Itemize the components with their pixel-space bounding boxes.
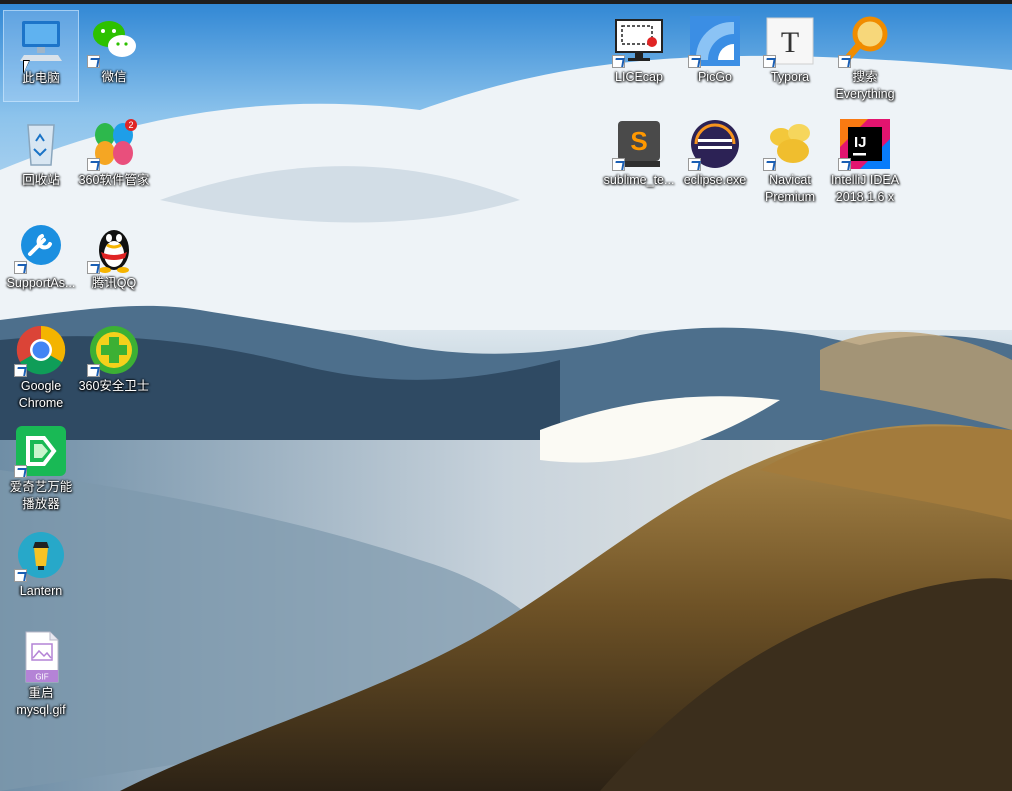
shortcut-arrow-icon [87, 158, 100, 171]
eclipse-icon [688, 117, 742, 171]
shortcut-arrow-icon [763, 158, 776, 171]
desktop-icon-eclipse[interactable]: eclipse.exe [677, 113, 753, 205]
shortcut-arrow-icon [14, 261, 27, 274]
chrome-icon [14, 323, 68, 377]
shortcut-arrow-icon [14, 465, 27, 478]
wechat-icon [87, 14, 141, 68]
desktop[interactable]: 此电脑 微信 回收站 2 360软件管家 SupportAs... 腾讯QQ G… [0, 0, 1012, 791]
desktop-icon-360-software-manager[interactable]: 2 360软件管家 [76, 113, 152, 205]
shortcut-arrow-icon [87, 261, 100, 274]
iqiyi-player-icon [14, 424, 68, 478]
support-assistant-icon [14, 220, 68, 274]
everything-search-icon [838, 14, 892, 68]
sublime-text-icon: S [612, 117, 666, 171]
shortcut-arrow-icon [87, 55, 100, 68]
licecap-icon [612, 14, 666, 68]
shortcut-arrow-icon [612, 55, 625, 68]
desktop-icon-picgo[interactable]: PicGo [677, 10, 753, 102]
navicat-icon [763, 117, 817, 171]
shortcut-arrow-icon [14, 569, 27, 582]
desktop-icon-qq[interactable]: 腾讯QQ [76, 216, 152, 308]
svg-text:S: S [630, 126, 647, 156]
shortcut-arrow-icon [14, 364, 27, 377]
desktop-icon-licecap[interactable]: LICEcap [601, 10, 677, 102]
desktop-icon-navicat[interactable]: Navicat Premium [752, 113, 828, 213]
desktop-icon-everything[interactable]: 搜索 Everything [827, 10, 903, 110]
svg-text:IJ: IJ [854, 134, 867, 151]
shortcut-arrow-icon [763, 55, 776, 68]
typora-icon: T [763, 14, 817, 68]
desktop-icon-gif-file[interactable]: GIF 重启 mysql.gif [3, 626, 79, 726]
desktop-icon-iqiyi-player[interactable]: 爱奇艺万能 播放器 [3, 420, 79, 520]
shortcut-arrow-icon [612, 158, 625, 171]
picgo-icon [688, 14, 742, 68]
360-security-icon [87, 323, 141, 377]
desktop-icon-support-assistant[interactable]: SupportAs... [3, 216, 79, 308]
top-border [0, 0, 1012, 4]
qq-penguin-icon [87, 220, 141, 274]
desktop-icon-360-security[interactable]: 360安全卫士 [76, 319, 152, 411]
shortcut-arrow-icon [688, 55, 701, 68]
intellij-idea-icon: IJ [838, 117, 892, 171]
gif-file-icon: GIF [14, 630, 68, 684]
lantern-icon [14, 528, 68, 582]
svg-text:T: T [781, 26, 799, 59]
desktop-icon-lantern[interactable]: Lantern [3, 524, 79, 616]
desktop-icon-wechat[interactable]: 微信 [76, 10, 152, 102]
desktop-icon-google-chrome[interactable]: Google Chrome [3, 319, 79, 411]
mouse-cursor-icon [23, 60, 30, 74]
desktop-icon-sublime-text[interactable]: S sublime_te... [601, 113, 677, 205]
recycle-bin-icon [14, 117, 68, 171]
360-software-manager-icon: 2 [87, 117, 141, 171]
svg-text:GIF: GIF [35, 673, 48, 682]
shortcut-arrow-icon [838, 55, 851, 68]
desktop-icon-intellij-idea[interactable]: IJ IntelliJ IDEA 2018.1.6 x [827, 113, 903, 213]
desktop-icon-recycle-bin[interactable]: 回收站 [3, 113, 79, 205]
shortcut-arrow-icon [87, 364, 100, 377]
desktop-icon-this-pc[interactable]: 此电脑 [3, 10, 79, 102]
desktop-icon-typora[interactable]: T Typora [752, 10, 828, 102]
svg-text:2: 2 [128, 120, 133, 130]
shortcut-arrow-icon [838, 158, 851, 171]
shortcut-arrow-icon [688, 158, 701, 171]
